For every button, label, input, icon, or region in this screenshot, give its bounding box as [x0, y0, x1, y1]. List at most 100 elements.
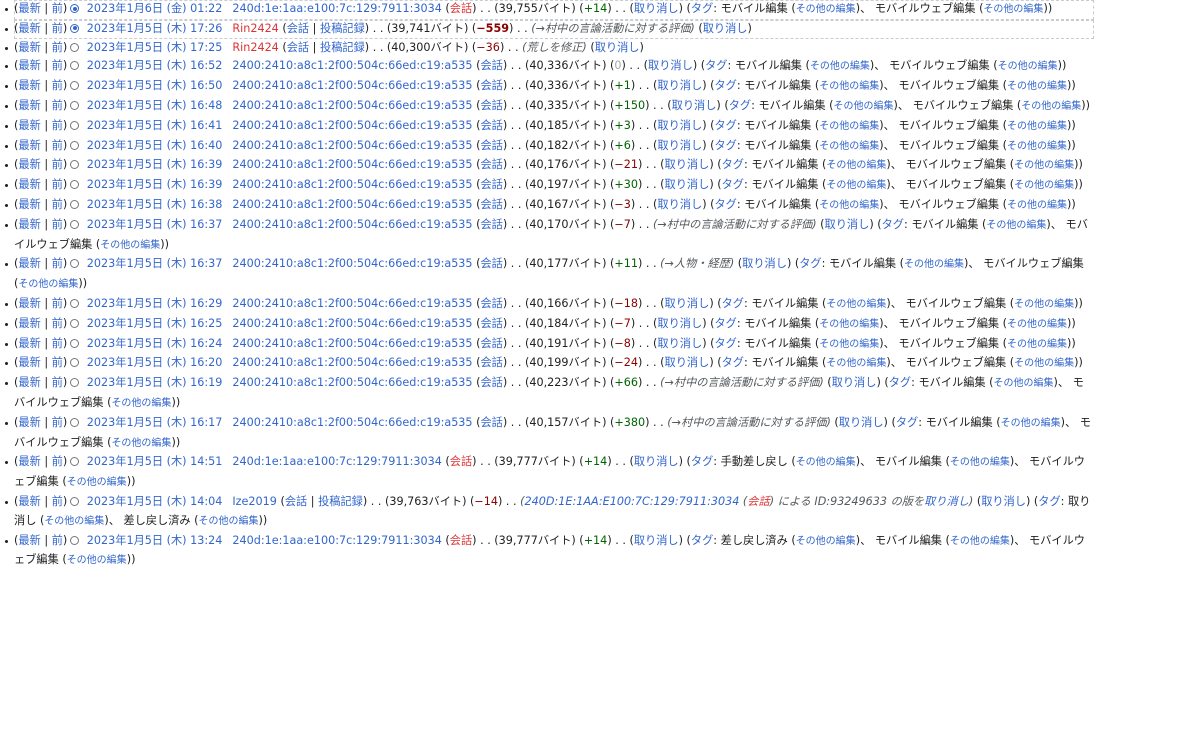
- prev-link[interactable]: 前: [52, 158, 63, 171]
- prev-link[interactable]: 前: [52, 455, 63, 468]
- tags-label-link[interactable]: タグ: [691, 534, 713, 547]
- tags-label-link[interactable]: タグ: [705, 59, 727, 72]
- revision-date-link[interactable]: 2023年1月5日 (木) 16:37: [87, 255, 229, 274]
- tags-label-link[interactable]: タグ: [714, 79, 736, 92]
- undo-link[interactable]: 取り消し: [634, 534, 679, 547]
- user-link[interactable]: 2400:2410:a8c1:2f00:504c:66ed:c19:a535: [232, 356, 472, 369]
- compare-radio[interactable]: [70, 417, 80, 427]
- prev-link[interactable]: 前: [52, 99, 63, 112]
- compare-radio[interactable]: [70, 23, 80, 33]
- tags-label-link[interactable]: タグ: [896, 416, 918, 429]
- revision-date-link[interactable]: 2023年1月5日 (木) 16:41: [87, 117, 229, 136]
- undo-link[interactable]: 取り消し: [742, 257, 787, 270]
- prev-link[interactable]: 前: [52, 356, 63, 369]
- tag-more-link[interactable]: その他の編集: [199, 516, 259, 527]
- revision-date-link[interactable]: 2023年1月5日 (木) 16:38: [87, 196, 229, 215]
- cur-link[interactable]: 最新: [18, 198, 40, 211]
- revision-date-link[interactable]: 2023年1月5日 (木) 17:25: [87, 39, 229, 58]
- compare-radio[interactable]: [70, 318, 80, 328]
- talk-link[interactable]: 会話: [480, 297, 502, 310]
- undo-link[interactable]: 取り消し: [981, 495, 1026, 508]
- revision-date-link[interactable]: 2023年1月5日 (木) 16:48: [87, 97, 229, 116]
- tag-more-link[interactable]: その他の編集: [819, 200, 879, 211]
- tags-label-link[interactable]: タグ: [729, 99, 751, 112]
- revision-date-link[interactable]: 2023年1月5日 (木) 17:26: [87, 20, 229, 39]
- revision-date-link[interactable]: 2023年1月5日 (木) 16:19: [87, 374, 229, 393]
- prev-link[interactable]: 前: [52, 139, 63, 152]
- tag-more-link[interactable]: その他の編集: [796, 4, 856, 15]
- undo-link[interactable]: 取り消し: [595, 41, 640, 54]
- revision-date-link[interactable]: 2023年1月5日 (木) 16:24: [87, 335, 229, 354]
- cur-link[interactable]: 最新: [18, 534, 40, 547]
- prev-link[interactable]: 前: [52, 218, 63, 231]
- tag-more-link[interactable]: その他の編集: [796, 536, 856, 547]
- cur-link[interactable]: 最新: [18, 2, 40, 15]
- contribs-link[interactable]: 投稿記録: [318, 495, 363, 508]
- tag-more-link[interactable]: その他の編集: [111, 398, 171, 409]
- tag-more-link[interactable]: その他の編集: [1021, 101, 1081, 112]
- user-link[interactable]: 240d:1e:1aa:e100:7c:129:7911:3034: [232, 455, 441, 468]
- tag-more-link[interactable]: その他の編集: [1014, 160, 1074, 171]
- talk-link[interactable]: 会話: [285, 495, 307, 508]
- user-link[interactable]: Rin2424: [232, 41, 278, 54]
- tag-more-link[interactable]: その他の編集: [67, 555, 127, 566]
- cur-link[interactable]: 最新: [18, 99, 40, 112]
- tags-label-link[interactable]: タグ: [722, 297, 744, 310]
- prev-link[interactable]: 前: [52, 41, 63, 54]
- tag-more-link[interactable]: その他の編集: [826, 180, 886, 191]
- user-link[interactable]: 2400:2410:a8c1:2f00:504c:66ed:c19:a535: [232, 59, 472, 72]
- cur-link[interactable]: 最新: [18, 416, 40, 429]
- contribs-link[interactable]: 投稿記録: [320, 22, 365, 35]
- cur-link[interactable]: 最新: [18, 495, 40, 508]
- undo-link[interactable]: 取り消し: [703, 22, 748, 35]
- revision-date-link[interactable]: 2023年1月5日 (木) 16:39: [87, 156, 229, 175]
- tags-label-link[interactable]: タグ: [691, 455, 713, 468]
- tag-more-link[interactable]: その他の編集: [1007, 319, 1067, 330]
- tag-more-link[interactable]: その他の編集: [1007, 141, 1067, 152]
- cur-link[interactable]: 最新: [18, 297, 40, 310]
- undo-link[interactable]: 取り消し: [832, 376, 877, 389]
- talk-link[interactable]: 会話: [287, 41, 309, 54]
- tag-more-link[interactable]: その他の編集: [1007, 200, 1067, 211]
- revision-date-link[interactable]: 2023年1月5日 (木) 16:17: [87, 414, 229, 433]
- user-link[interactable]: 2400:2410:a8c1:2f00:504c:66ed:c19:a535: [232, 337, 472, 350]
- prev-link[interactable]: 前: [52, 2, 63, 15]
- undo-link[interactable]: 取り消し: [657, 317, 702, 330]
- user-link[interactable]: 2400:2410:a8c1:2f00:504c:66ed:c19:a535: [232, 99, 472, 112]
- compare-radio[interactable]: [70, 378, 80, 388]
- undo-link[interactable]: 取り消し: [665, 356, 710, 369]
- cur-link[interactable]: 最新: [18, 317, 40, 330]
- tag-more-link[interactable]: その他の編集: [44, 516, 104, 527]
- undo-link[interactable]: 取り消し: [657, 139, 702, 152]
- undo-link[interactable]: 取り消し: [672, 99, 717, 112]
- prev-link[interactable]: 前: [52, 198, 63, 211]
- revision-date-link[interactable]: 2023年1月5日 (木) 13:24: [87, 532, 229, 551]
- compare-radio[interactable]: [70, 358, 80, 368]
- cur-link[interactable]: 最新: [18, 178, 40, 191]
- talk-link[interactable]: 会話: [480, 317, 502, 330]
- tag-more-link[interactable]: その他の編集: [950, 457, 1010, 468]
- undo-link[interactable]: 取り消し: [634, 2, 679, 15]
- talk-link[interactable]: 会話: [480, 257, 502, 270]
- user-link[interactable]: 2400:2410:a8c1:2f00:504c:66ed:c19:a535: [232, 139, 472, 152]
- talk-link[interactable]: 会話: [480, 198, 502, 211]
- prev-link[interactable]: 前: [52, 257, 63, 270]
- revision-date-link[interactable]: 2023年1月5日 (木) 16:29: [87, 295, 229, 314]
- cur-link[interactable]: 最新: [18, 356, 40, 369]
- tag-more-link[interactable]: その他の編集: [986, 220, 1046, 231]
- compare-radio[interactable]: [70, 496, 80, 506]
- tag-more-link[interactable]: その他の編集: [1007, 121, 1067, 132]
- tag-more-link[interactable]: その他の編集: [18, 279, 78, 290]
- undo-link[interactable]: 取り消し: [657, 337, 702, 350]
- tag-more-link[interactable]: その他の編集: [100, 240, 160, 251]
- compare-radio[interactable]: [70, 4, 80, 13]
- user-link[interactable]: 2400:2410:a8c1:2f00:504c:66ed:c19:a535: [232, 376, 472, 389]
- prev-link[interactable]: 前: [52, 337, 63, 350]
- prev-link[interactable]: 前: [52, 178, 63, 191]
- tag-more-link[interactable]: その他の編集: [826, 299, 886, 310]
- tags-label-link[interactable]: タグ: [1038, 495, 1060, 508]
- tag-more-link[interactable]: その他の編集: [983, 4, 1043, 15]
- undo-link[interactable]: 取り消し: [665, 178, 710, 191]
- tag-more-link[interactable]: その他の編集: [819, 121, 879, 132]
- compare-radio[interactable]: [70, 219, 80, 229]
